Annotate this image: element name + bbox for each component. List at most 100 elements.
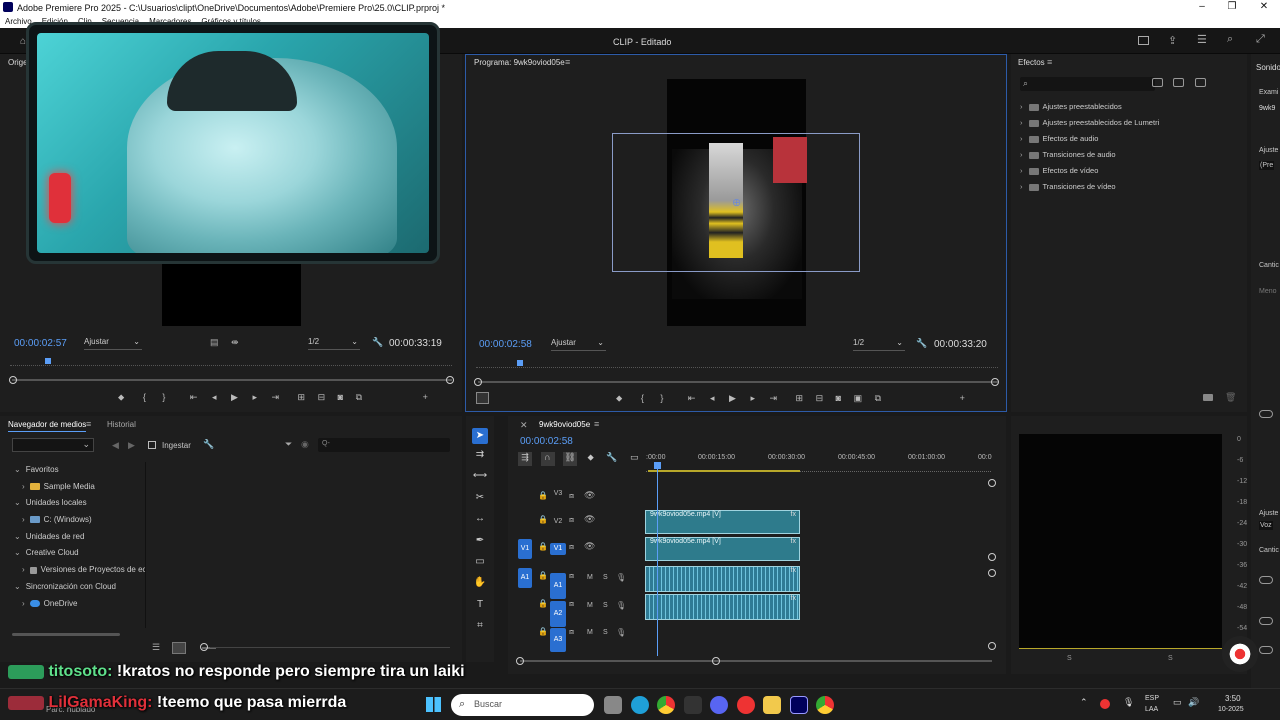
panel-menu-icon[interactable]: ≡ xyxy=(594,419,599,429)
captions-icon[interactable]: ▭ xyxy=(630,452,639,462)
tree-item[interactable]: ⌄ Sincronización con Cloud xyxy=(14,579,145,596)
location-dropdown[interactable]: ⌄ xyxy=(12,438,94,452)
source-zoom-scrollbar[interactable] xyxy=(12,379,452,381)
sync-lock-icon[interactable]: ⧈ xyxy=(569,599,574,609)
go-to-out-icon[interactable]: ⇥ xyxy=(769,393,777,403)
trash-icon[interactable]: 🗑 xyxy=(1225,392,1236,403)
chevron-right-icon[interactable]: › xyxy=(1020,102,1023,111)
filter-icon[interactable]: ⏷ xyxy=(285,439,292,450)
effects-folder[interactable]: › Efectos de vídeo xyxy=(1020,163,1240,179)
sync-lock-icon[interactable]: ⧈ xyxy=(569,515,574,525)
razor-tool-icon[interactable]: ✂ xyxy=(472,487,488,508)
camera-icon[interactable]: ◙ xyxy=(338,392,343,402)
step-forward-icon[interactable]: ▸ xyxy=(252,392,257,402)
chevron-icon[interactable]: › xyxy=(22,565,25,574)
source-monitor-tab[interactable]: Orige xyxy=(8,58,28,67)
lock-icon[interactable]: 🔒 xyxy=(538,491,548,500)
tree-item[interactable]: ⌄ Unidades locales xyxy=(14,495,145,512)
chevron-icon[interactable]: › xyxy=(22,515,25,524)
mute-button[interactable]: M xyxy=(587,574,593,581)
ingest-checkbox[interactable] xyxy=(148,441,156,449)
accelerated-effects-icon[interactable] xyxy=(1152,78,1163,87)
tab-media-browser[interactable]: Navegador de medios xyxy=(8,420,87,432)
program-timeline-ruler[interactable] xyxy=(476,359,998,368)
media-search-input[interactable]: Q- xyxy=(318,438,450,452)
timeline-timecode[interactable]: 00:00:02:58 xyxy=(520,436,573,447)
lock-icon[interactable]: 🔒 xyxy=(538,627,548,636)
effects-folder[interactable]: › Ajustes preestablecidos de Lumetri xyxy=(1020,115,1240,131)
mark-out-icon[interactable]: } xyxy=(660,393,663,403)
step-forward-icon[interactable]: ▸ xyxy=(750,393,755,403)
sound-preset-dropdown[interactable]: (Pre xyxy=(1259,161,1275,170)
source-resolution-dropdown[interactable]: 1/2 ⌄ xyxy=(308,337,360,350)
toggle-switch[interactable] xyxy=(1259,646,1273,654)
source-target[interactable]: A1 xyxy=(518,568,532,588)
menu-icon[interactable]: ☰ xyxy=(1197,33,1207,46)
share-icon[interactable]: ⇪ xyxy=(1168,34,1177,47)
video-clip[interactable]: 9wk9oviod05e.mp4 [V] fx xyxy=(645,537,800,561)
comparison-icon[interactable]: ▣ xyxy=(854,393,863,403)
ripple-edit-tool-icon[interactable]: ⟷ xyxy=(472,465,488,486)
source-playhead[interactable] xyxy=(45,358,51,364)
yuv-effects-icon[interactable] xyxy=(1195,78,1206,87)
close-tab-icon[interactable]: ✕ xyxy=(520,420,528,431)
lift-icon[interactable]: ⊞ xyxy=(796,393,804,403)
task-view-icon[interactable] xyxy=(604,696,622,714)
file-explorer-icon[interactable] xyxy=(763,696,782,714)
discord-icon[interactable] xyxy=(710,696,729,714)
snap-icon[interactable]: ∩ xyxy=(540,452,555,466)
program-fit-dropdown[interactable]: Ajustar ⌄ xyxy=(551,338,606,351)
effects-folder[interactable]: › Efectos de audio xyxy=(1020,131,1240,147)
chevron-icon[interactable]: ⌄ xyxy=(14,532,21,541)
lock-icon[interactable]: 🔒 xyxy=(538,542,548,551)
windows-start-icon[interactable] xyxy=(426,697,441,712)
sync-lock-icon[interactable]: ⧈ xyxy=(569,571,574,581)
mark-out-icon[interactable]: } xyxy=(162,392,165,402)
minimize-button[interactable]: – xyxy=(1195,1,1209,12)
microphone-icon[interactable]: 🎙 xyxy=(616,573,626,582)
chrome-icon[interactable] xyxy=(816,696,835,714)
source-timeline-ruler[interactable] xyxy=(10,356,452,366)
track-label[interactable]: A3 xyxy=(550,628,566,652)
scrollbar-left-handle[interactable] xyxy=(9,376,17,384)
source-fit-dropdown[interactable]: Ajustar ⌄ xyxy=(84,337,142,350)
app-icon[interactable] xyxy=(736,696,755,714)
track-label[interactable]: V3 xyxy=(550,488,566,500)
scrollbar-left-handle[interactable] xyxy=(474,378,482,386)
playhead-marker[interactable] xyxy=(654,462,661,469)
effects-folder[interactable]: › Transiciones de audio xyxy=(1020,147,1240,163)
toggle-switch[interactable] xyxy=(1259,410,1273,418)
wrench-icon[interactable]: 🔧 xyxy=(372,337,383,348)
chevron-right-icon[interactable]: › xyxy=(1020,182,1023,191)
playhead-line[interactable] xyxy=(657,466,658,656)
32bit-effects-icon[interactable] xyxy=(1173,78,1184,87)
toggle-switch[interactable] xyxy=(1259,576,1273,584)
tree-item[interactable]: › C: (Windows) xyxy=(14,512,145,529)
chevron-icon[interactable]: ⌄ xyxy=(14,548,21,557)
wrench-icon[interactable]: 🔧 xyxy=(916,338,927,349)
toggle-switch[interactable] xyxy=(1259,617,1273,625)
linked-selection-icon[interactable]: ⛓ xyxy=(563,452,578,466)
eye-icon[interactable]: 👁 xyxy=(584,514,595,525)
chevron-icon[interactable]: ⌄ xyxy=(14,465,21,474)
vscroll-handle[interactable] xyxy=(988,642,996,650)
nest-icon[interactable]: ⇶ xyxy=(518,452,532,466)
step-back-icon[interactable]: ◂ xyxy=(212,392,217,402)
effects-title[interactable]: Efectos xyxy=(1018,58,1045,67)
extract-icon[interactable]: ⊟ xyxy=(816,393,824,403)
go-to-in-icon[interactable]: ⇤ xyxy=(688,393,696,403)
go-to-out-icon[interactable]: ⇥ xyxy=(271,392,279,402)
marker-icon[interactable]: ⬥ xyxy=(616,393,622,403)
settings-icon[interactable]: ▤ xyxy=(210,337,219,348)
app-icon[interactable] xyxy=(683,696,702,714)
search-icon[interactable]: ⌕ xyxy=(1227,33,1233,46)
effects-search-input[interactable]: ⌕ xyxy=(1020,77,1155,91)
chevron-right-icon[interactable]: › xyxy=(1020,134,1023,143)
scrollbar-right-handle[interactable] xyxy=(991,378,999,386)
caption-tool-icon[interactable]: ⌗ xyxy=(472,615,488,636)
track-label[interactable]: V1 xyxy=(550,543,566,555)
mark-in-icon[interactable]: { xyxy=(641,393,644,403)
step-back-icon[interactable]: ◂ xyxy=(710,393,715,403)
tab-history[interactable]: Historial xyxy=(107,420,136,429)
slip-tool-icon[interactable]: ↔ xyxy=(472,508,488,529)
